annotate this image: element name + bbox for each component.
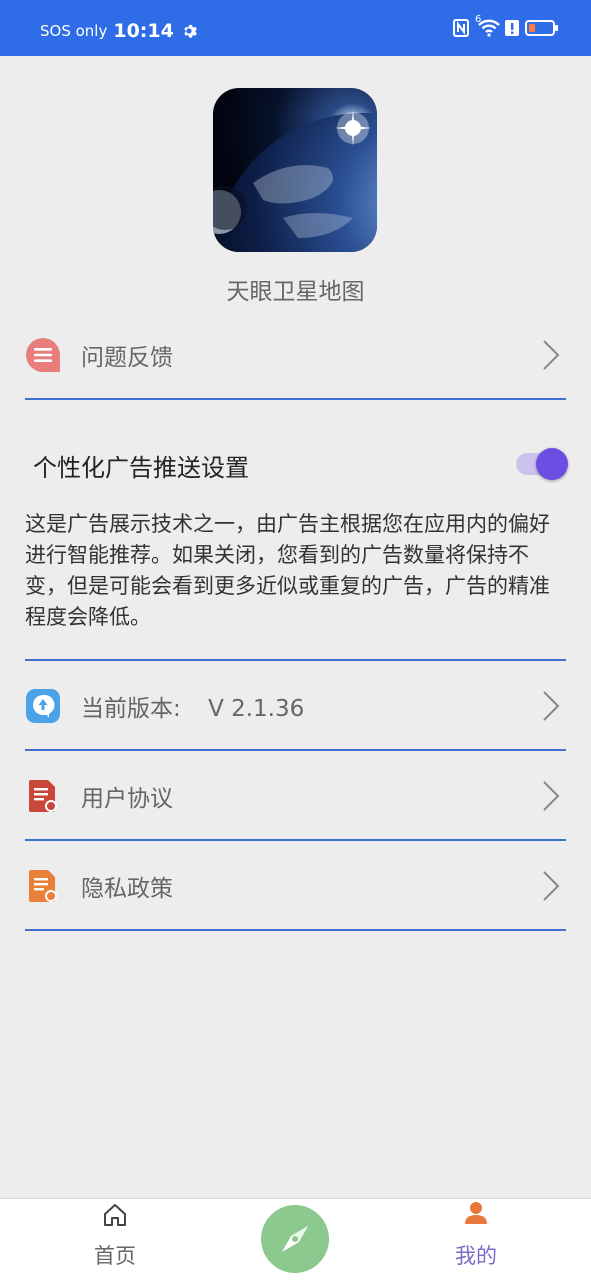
chevron-right-icon [543,691,560,721]
privacy-policy-row[interactable]: 隐私政策 [25,843,566,931]
wifi-icon [478,19,500,37]
feedback-icon [26,338,60,372]
divider [25,659,566,661]
version-text: 当前版本: V 2.1.36 [81,689,304,723]
clock: 10:14 [113,20,174,42]
feedback-label: 问题反馈 [81,345,173,371]
app-name: 天眼卫星地图 [226,279,365,305]
ad-personalization-toggle[interactable] [516,448,568,480]
document-icon [29,780,57,812]
feedback-row[interactable]: 问题反馈 [25,312,566,400]
chevron-right-icon [543,871,560,901]
user-agreement-label: 用户协议 [81,786,173,812]
compass-icon [282,1226,308,1252]
toggle-knob [536,448,568,480]
app-logo [213,88,377,252]
version-label: 当前版本: [81,696,181,722]
alert-icon [505,20,519,36]
status-left: SOS only 10:14 [40,20,198,42]
privacy-icon [29,870,57,902]
tab-mine[interactable]: 我的 [421,1199,531,1281]
version-value: V 2.1.36 [208,696,305,722]
user-agreement-row[interactable]: 用户协议 [25,753,566,841]
earth-image [213,110,377,252]
privacy-policy-label: 隐私政策 [81,876,173,902]
user-icon [465,1202,487,1224]
carrier-text: SOS only [40,22,108,40]
gear-icon [184,24,197,38]
wifi-indicator: 6 [475,14,500,37]
status-bar: SOS only 10:14 6 [0,0,591,56]
chevron-right-icon [543,781,560,811]
status-right: 6 [453,14,558,37]
version-icon [26,689,60,723]
compass-button[interactable] [261,1205,329,1273]
ad-settings-description: 这是广告展示技术之一，由广告主根据您在应用内的偏好进行智能推荐。如果关闭，您看到… [25,512,550,629]
chevron-right-icon [543,340,560,370]
tab-home-label: 首页 [94,1244,136,1268]
tab-home[interactable]: 首页 [60,1199,170,1281]
version-row[interactable]: 当前版本: V 2.1.36 [25,663,566,751]
battery-icon [525,20,558,36]
nfc-icon [453,19,469,37]
home-icon [104,1204,126,1226]
tab-mine-label: 我的 [455,1244,497,1268]
ad-settings-title: 个性化广告推送设置 [33,454,249,482]
